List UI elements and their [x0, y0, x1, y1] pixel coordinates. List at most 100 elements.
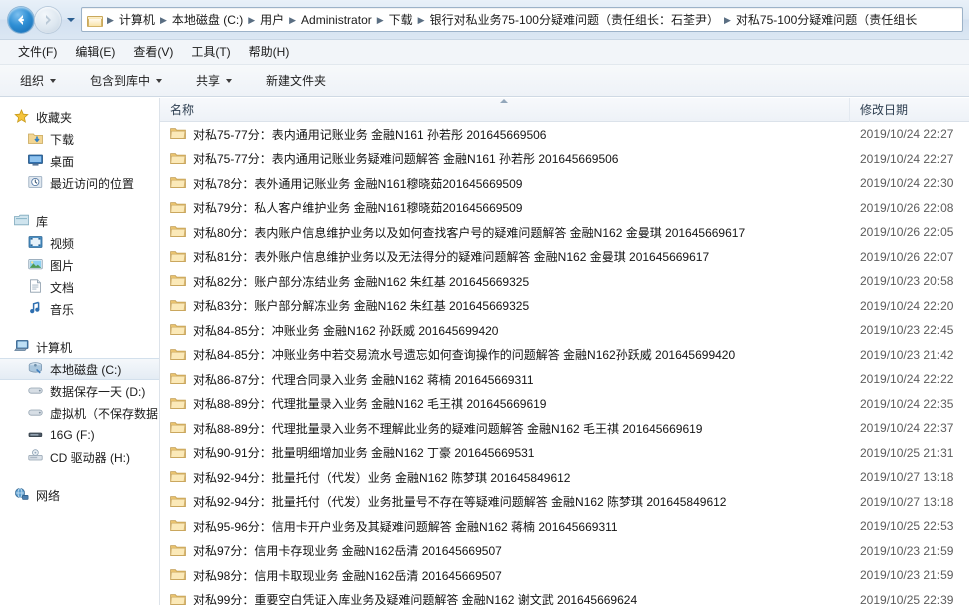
table-row[interactable]: 对私90-91分：批量明细增加业务 金融N162 丁豪 201645669531…	[160, 441, 969, 466]
folder-icon	[170, 494, 186, 510]
sidebar-item-downloads[interactable]: 下载	[0, 128, 159, 150]
table-row[interactable]: 对私84-85分：冲账业务 金融N162 孙跃威 201645699420 201…	[160, 318, 969, 343]
column-header-date[interactable]: 修改日期	[850, 98, 969, 122]
share-button[interactable]: 共享	[188, 69, 240, 93]
table-row[interactable]: 对私81分：表外账户信息维护业务以及无法得分的疑难问题解答 金融N162 金曼琪…	[160, 245, 969, 270]
table-row[interactable]: 对私92-94分：批量托付（代发）业务批量号不存在等疑难问题解答 金融N162 …	[160, 490, 969, 515]
file-date-cell: 2019/10/24 22:37	[860, 421, 954, 436]
sidebar-item-usb-16g[interactable]: 16G (F:)	[0, 424, 159, 446]
sidebar-item-favorites[interactable]: 收藏夹	[0, 106, 159, 128]
share-label: 共享	[196, 73, 221, 88]
folder-icon	[170, 175, 186, 191]
folder-icon	[170, 298, 186, 314]
table-row[interactable]: 对私80分：表内账户信息维护业务以及如何查找客户号的疑难问题解答 金融N162 …	[160, 220, 969, 245]
menu-file[interactable]: 文件(F)	[9, 41, 66, 63]
breadcrumb-item-6[interactable]: 对私75-100分疑难问题（责任组长	[733, 11, 920, 29]
table-row[interactable]: 对私88-89分：代理批量录入业务 金融N162 毛王祺 20164566961…	[160, 392, 969, 417]
table-row[interactable]: 对私82分：账户部分冻结业务 金融N162 朱红基 201645669325 20…	[160, 269, 969, 294]
column-header-row: 名称 修改日期	[160, 98, 969, 122]
sidebar-item-recent-places[interactable]: 最近访问的位置	[0, 172, 159, 194]
table-row[interactable]: 对私84-85分：冲账业务中若交易流水号遗忘如何查询操作的问题解答 金融N162…	[160, 343, 969, 368]
table-row[interactable]: 对私92-94分：批量托付（代发）业务 金融N162 陈梦琪 201645849…	[160, 465, 969, 490]
file-name-label: 对私84-85分：冲账业务 金融N162 孙跃威 201645699420	[193, 323, 499, 338]
file-name-label: 对私80分：表内账户信息维护业务以及如何查找客户号的疑难问题解答 金融N162 …	[193, 225, 746, 240]
folder-icon	[170, 543, 186, 559]
file-name-cell: 对私88-89分：代理批量录入业务不理解此业务的疑难问题解答 金融N162 毛王…	[160, 420, 850, 437]
file-date-cell: 2019/10/24 22:20	[860, 298, 954, 313]
drive-icon	[28, 405, 44, 421]
file-name-cell: 对私88-89分：代理批量录入业务 金融N162 毛王祺 20164566961…	[160, 395, 850, 412]
menu-edit[interactable]: 编辑(E)	[66, 41, 124, 63]
table-row[interactable]: 对私75-77分：表内通用记账业务疑难问题解答 金融N161 孙若彤 20164…	[160, 147, 969, 172]
file-name-label: 对私79分：私人客户维护业务 金融N161穆晓茹201645669509	[193, 201, 523, 216]
file-date-cell: 2019/10/23 22:45	[860, 323, 954, 338]
sidebar-item-music[interactable]: 音乐	[0, 298, 159, 320]
recent-locations-dropdown[interactable]	[64, 9, 78, 31]
menu-view[interactable]: 查看(V)	[124, 41, 182, 63]
file-name-cell: 对私84-85分：冲账业务中若交易流水号遗忘如何查询操作的问题解答 金融N162…	[160, 346, 850, 363]
file-name-label: 对私81分：表外账户信息维护业务以及无法得分的疑难问题解答 金融N162 金曼琪…	[193, 250, 710, 265]
sidebar-item-documents[interactable]: 文档	[0, 276, 159, 298]
breadcrumb-item-1[interactable]: 本地磁盘 (C:)	[169, 11, 246, 29]
breadcrumb-item-3[interactable]: Administrator	[298, 11, 375, 29]
sidebar-label: 音乐	[50, 302, 75, 317]
table-row[interactable]: 对私98分：信用卡取现业务 金融N162岳清 201645669507 2019/…	[160, 563, 969, 588]
breadcrumb-separator: ▶	[107, 14, 114, 25]
table-row[interactable]: 对私86-87分：代理合同录入业务 金融N162 蒋楠 201645669311…	[160, 367, 969, 392]
table-row[interactable]: 对私97分：信用卡存现业务 金融N162岳清 201645669507 2019/…	[160, 539, 969, 564]
breadcrumb-separator: ▶	[376, 14, 384, 25]
network-icon	[14, 487, 30, 503]
sidebar-item-drive-virtual[interactable]: 虚拟机（不保存数据	[0, 402, 159, 424]
back-button[interactable]	[8, 6, 34, 33]
breadcrumb[interactable]: ▶ 计算机 ▶ 本地磁盘 (C:) ▶ 用户 ▶ Administrator ▶…	[81, 7, 963, 32]
menu-tools[interactable]: 工具(T)	[182, 41, 239, 63]
table-row[interactable]: 对私88-89分：代理批量录入业务不理解此业务的疑难问题解答 金融N162 毛王…	[160, 416, 969, 441]
folder-icon	[170, 396, 186, 412]
sidebar-item-cd-drive-h[interactable]: CD 驱动器 (H:)	[0, 446, 159, 468]
sidebar-item-pictures[interactable]: 图片	[0, 254, 159, 276]
star-icon	[14, 108, 30, 125]
breadcrumb-item-2[interactable]: 用户	[257, 11, 287, 29]
breadcrumb-item-5[interactable]: 银行对私业务75-100分疑难问题（责任组长：石荃尹）	[427, 11, 722, 29]
folder-icon	[170, 273, 186, 289]
table-row[interactable]: 对私95-96分：信用卡开户业务及其疑难问题解答 金融N162 蒋楠 20164…	[160, 514, 969, 539]
sidebar-item-computer[interactable]: 计算机	[0, 336, 159, 358]
new-folder-button[interactable]: 新建文件夹	[258, 69, 334, 93]
breadcrumb-item-0[interactable]: 计算机	[116, 11, 158, 29]
column-header-name[interactable]: 名称	[160, 98, 850, 122]
include-in-library-button[interactable]: 包含到库中	[82, 69, 170, 93]
picture-icon	[28, 257, 44, 273]
sidebar-group-network: 网络	[0, 484, 159, 506]
file-name-label: 对私86-87分：代理合同录入业务 金融N162 蒋楠 201645669311	[193, 372, 534, 387]
folder-icon	[170, 469, 186, 485]
breadcrumb-item-4[interactable]: 下载	[386, 11, 416, 29]
sidebar-item-desktop[interactable]: 桌面	[0, 150, 159, 172]
explorer-window: ▶ 计算机 ▶ 本地磁盘 (C:) ▶ 用户 ▶ Administrator ▶…	[0, 0, 969, 605]
sidebar-item-videos[interactable]: 视频	[0, 232, 159, 254]
sidebar-item-local-disk-c[interactable]: 本地磁盘 (C:)	[0, 358, 159, 380]
organize-button[interactable]: 组织	[12, 69, 64, 93]
file-name-label: 对私88-89分：代理批量录入业务不理解此业务的疑难问题解答 金融N162 毛王…	[193, 421, 703, 436]
table-row[interactable]: 对私99分：重要空白凭证入库业务及疑难问题解答 金融N162 谢文武 20164…	[160, 588, 969, 605]
table-row[interactable]: 对私75-77分：表内通用记账业务 金融N161 孙若彤 20164566950…	[160, 122, 969, 147]
table-row[interactable]: 对私79分：私人客户维护业务 金融N161穆晓茹201645669509 2019…	[160, 196, 969, 221]
sidebar-group-libraries: 库 视频 图片 文档 音乐	[0, 210, 159, 320]
sidebar-label: 文档	[50, 280, 75, 295]
sidebar-item-network[interactable]: 网络	[0, 484, 159, 506]
table-row[interactable]: 对私83分：账户部分解冻业务 金融N162 朱红基 201645669325 20…	[160, 294, 969, 319]
table-row[interactable]: 对私78分：表外通用记账业务 金融N161穆晓茹201645669509 2019…	[160, 171, 969, 196]
file-name-cell: 对私90-91分：批量明细增加业务 金融N162 丁豪 201645669531	[160, 444, 850, 461]
forward-button[interactable]	[35, 6, 61, 33]
column-header-date-label: 修改日期	[860, 103, 909, 117]
menu-help[interactable]: 帮助(H)	[240, 41, 299, 63]
breadcrumb-separator: ▶	[248, 14, 256, 25]
file-date-cell: 2019/10/25 22:39	[860, 592, 954, 605]
folder-icon	[170, 371, 186, 387]
sidebar-item-libraries[interactable]: 库	[0, 210, 159, 232]
library-icon	[14, 213, 30, 229]
folder-icon	[170, 151, 186, 167]
sidebar-item-drive-d[interactable]: 数据保存一天 (D:)	[0, 380, 159, 402]
file-name-cell: 对私75-77分：表内通用记账业务疑难问题解答 金融N161 孙若彤 20164…	[160, 150, 850, 167]
file-name-label: 对私83分：账户部分解冻业务 金融N162 朱红基 201645669325	[193, 299, 530, 314]
